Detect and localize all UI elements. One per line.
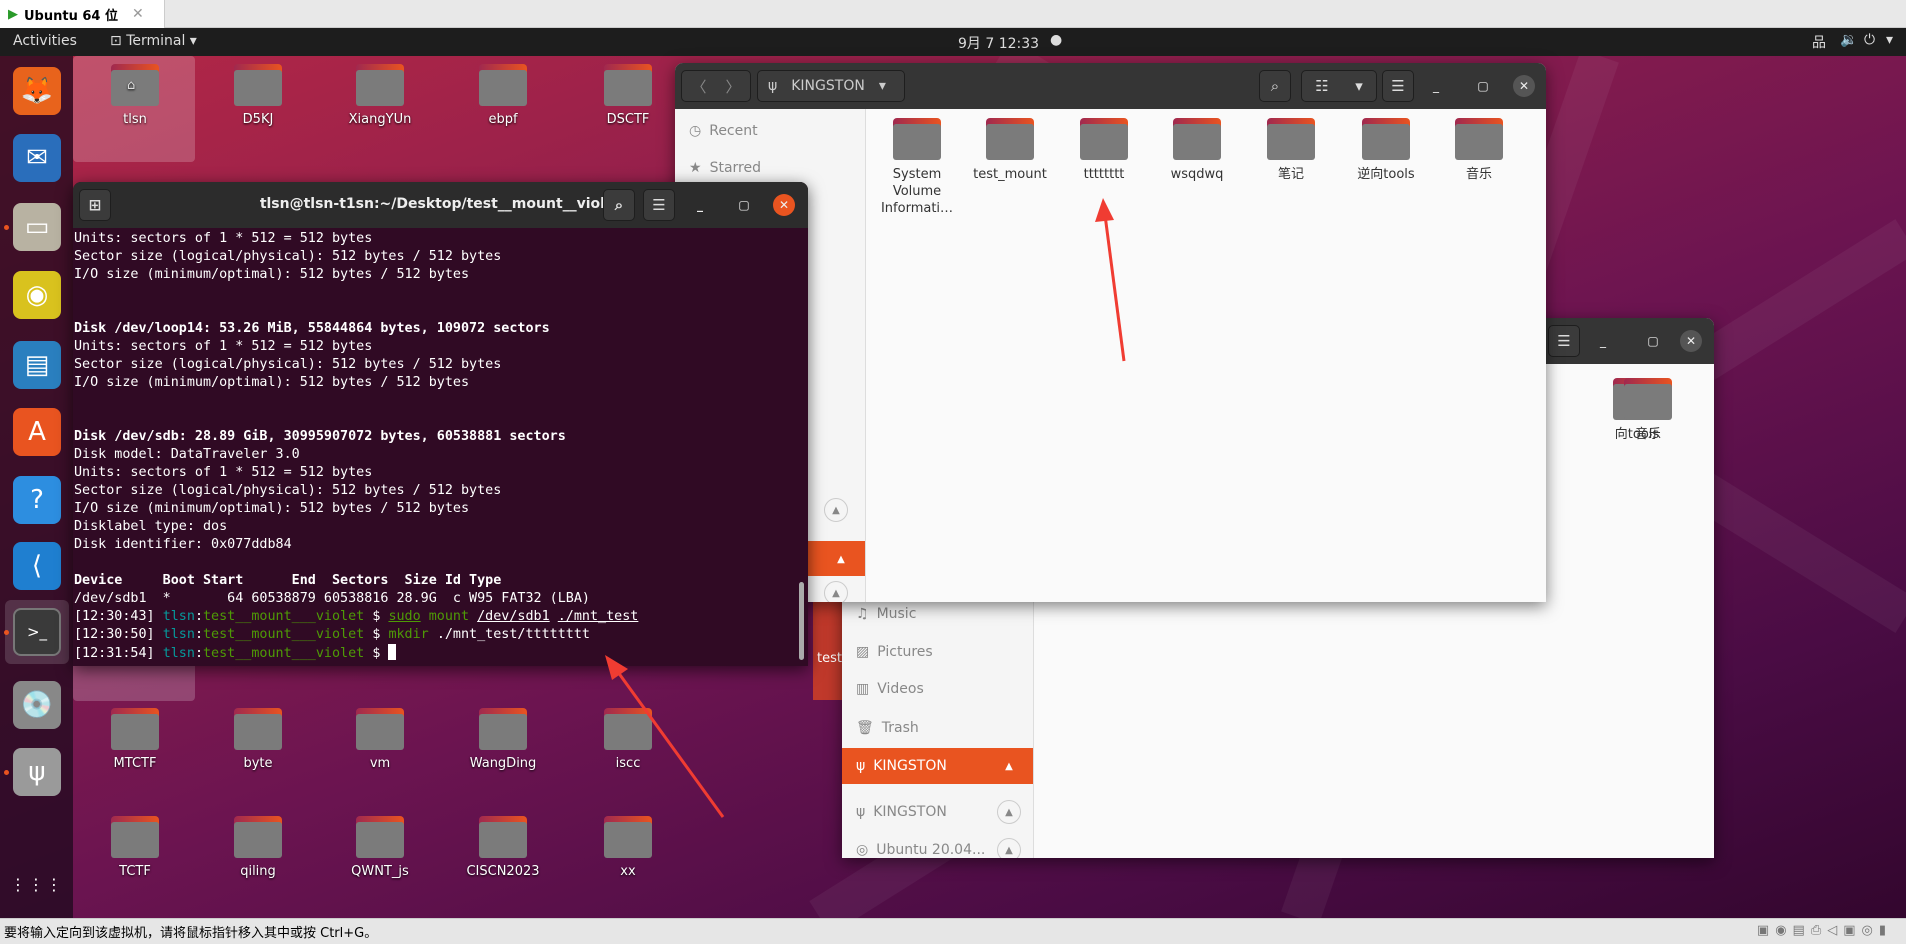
arrow-to-folder — [1103, 214, 1126, 362]
vm-status-bar: 要将输入定向到该虚拟机，请将鼠标指针移入其中或按 Ctrl+G。 ▣◉▤⎙◁▣◎… — [0, 918, 1906, 944]
vm-device-icons[interactable]: ▣◉▤⎙◁▣◎▮ — [1757, 923, 1892, 938]
arrow-to-command — [613, 667, 725, 818]
arrowhead — [1095, 198, 1114, 222]
arrowhead — [605, 655, 628, 680]
status-message: 要将输入定向到该虚拟机，请将鼠标指针移入其中或按 Ctrl+G。 — [4, 926, 378, 941]
annotation-arrows — [605, 198, 1126, 818]
